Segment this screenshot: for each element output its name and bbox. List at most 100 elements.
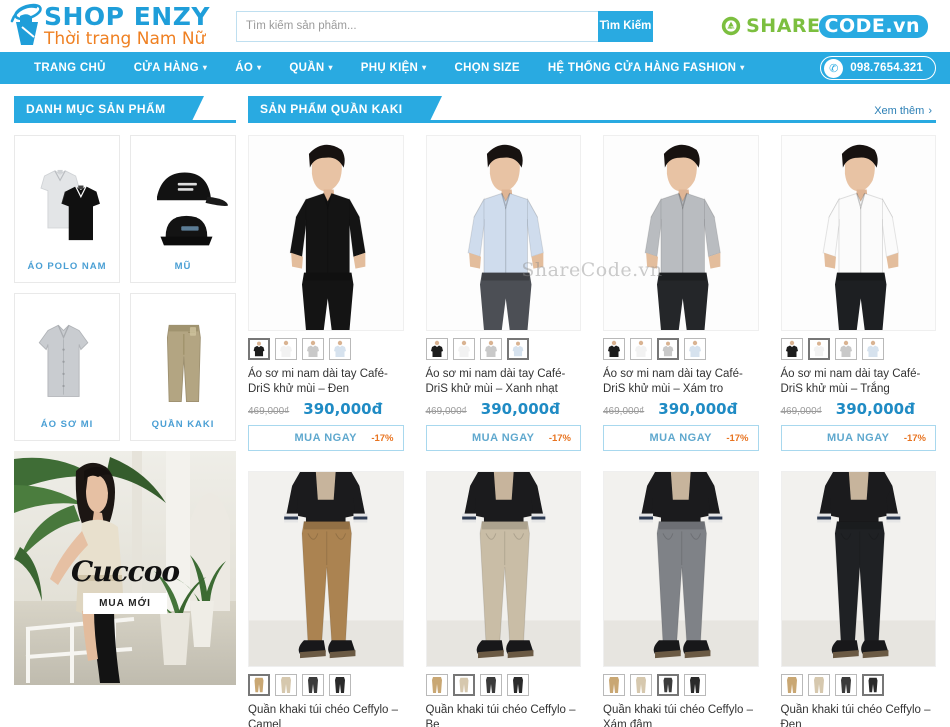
color-swatch[interactable] bbox=[834, 674, 857, 696]
color-swatch[interactable] bbox=[603, 338, 625, 360]
color-swatch[interactable] bbox=[425, 338, 448, 360]
color-swatches bbox=[603, 674, 759, 696]
product-image[interactable] bbox=[425, 135, 581, 331]
discount-badge: -17% bbox=[903, 432, 926, 444]
color-swatch[interactable] bbox=[479, 674, 502, 696]
color-swatch[interactable] bbox=[630, 338, 652, 360]
product-title[interactable]: Quần khaki túi chéo Ceffylo – Xám đậm bbox=[603, 703, 759, 727]
color-swatch[interactable] bbox=[248, 338, 270, 360]
product-image[interactable] bbox=[603, 471, 759, 667]
original-price: 469,000₫ bbox=[603, 406, 645, 417]
sale-price: 390,000đ bbox=[835, 400, 915, 418]
buy-now-label: MUA NGAY bbox=[649, 432, 712, 444]
buy-now-button[interactable]: MUA NGAY -17% bbox=[425, 425, 581, 451]
nav-item-cua-hang[interactable]: CỬA HÀNG ▾ bbox=[120, 52, 222, 84]
product-image[interactable] bbox=[248, 471, 404, 667]
site-logo[interactable]: SHOP ENZY Thời trang Nam Nữ bbox=[0, 0, 228, 52]
color-swatches bbox=[248, 338, 404, 360]
color-swatch[interactable] bbox=[248, 674, 270, 696]
color-swatch[interactable] bbox=[275, 338, 297, 360]
color-swatch[interactable] bbox=[506, 674, 529, 696]
color-swatch[interactable] bbox=[780, 338, 803, 360]
original-price: 469,000₫ bbox=[780, 406, 822, 417]
product-title[interactable]: Áo sơ mi nam dài tay Café-DriS khử mùi –… bbox=[248, 367, 404, 397]
color-swatch[interactable] bbox=[657, 674, 679, 696]
sidebar-category-ao-so-mi[interactable]: ÁO SƠ MI bbox=[14, 293, 120, 441]
color-swatch[interactable] bbox=[506, 338, 529, 360]
sharecode-code-text: CODE.vn bbox=[818, 14, 928, 38]
color-swatch[interactable] bbox=[452, 338, 475, 360]
nav-label: CHỌN SIZE bbox=[454, 62, 520, 74]
nav-item-trang-chu[interactable]: TRANG CHỦ bbox=[20, 52, 120, 84]
nav-item-chon-size[interactable]: CHỌN SIZE bbox=[440, 52, 533, 84]
product-title[interactable]: Áo sơ mi nam dài tay Café-DriS khử mùi –… bbox=[781, 367, 937, 397]
color-swatch[interactable] bbox=[834, 338, 857, 360]
color-swatch[interactable] bbox=[479, 338, 502, 360]
color-swatch[interactable] bbox=[861, 674, 884, 696]
buy-now-button[interactable]: MUA NGAY -17% bbox=[603, 425, 759, 451]
color-swatch[interactable] bbox=[807, 338, 830, 360]
color-swatch[interactable] bbox=[329, 338, 351, 360]
price-row: 469,000₫ 390,000đ bbox=[603, 400, 759, 418]
content-area: DANH MỤC SẢN PHẨM ÁO POLO NAM MŨ ÁO SƠ M… bbox=[0, 84, 950, 727]
sidebar-category-quan-kaki[interactable]: QUẦN KAKI bbox=[130, 293, 236, 441]
sidebar-category-ao-polo-nam[interactable]: ÁO POLO NAM bbox=[14, 135, 120, 283]
phone-icon: ✆ bbox=[824, 58, 844, 78]
hotline[interactable]: ✆ 098.7654.321 bbox=[820, 56, 936, 80]
buy-now-button[interactable]: MUA NGAY -17% bbox=[780, 425, 936, 451]
product-title[interactable]: Quần khaki túi chéo Ceffylo – Be bbox=[426, 703, 582, 727]
nav-label: HỆ THỐNG CỬA HÀNG FASHION bbox=[547, 62, 737, 74]
product-title[interactable]: Áo sơ mi nam dài tay Café-DriS khử mùi –… bbox=[603, 367, 759, 397]
discount-badge: -17% bbox=[726, 432, 749, 444]
sidebar-title: DANH MỤC SẢN PHẨM bbox=[14, 96, 205, 123]
nav-item-ao[interactable]: ÁO ▾ bbox=[221, 52, 275, 84]
color-swatch[interactable] bbox=[684, 338, 706, 360]
color-swatch[interactable] bbox=[425, 674, 448, 696]
main-column: SẢN PHẨM QUẦN KAKI Xem thêm › Áo sơ mi n… bbox=[248, 96, 936, 727]
dress-shirt-image bbox=[15, 300, 119, 419]
buy-now-label: MUA NGAY bbox=[294, 432, 357, 444]
search-button[interactable]: Tìm Kiếm bbox=[598, 10, 653, 42]
product-title[interactable]: Áo sơ mi nam dài tay Café-DriS khử mùi –… bbox=[426, 367, 582, 397]
header: SHOP ENZY Thời trang Nam Nữ Tìm Kiếm SHA… bbox=[0, 0, 950, 52]
color-swatches bbox=[248, 674, 404, 696]
color-swatch[interactable] bbox=[657, 338, 679, 360]
recycle-icon bbox=[721, 16, 741, 36]
color-swatch[interactable] bbox=[780, 674, 803, 696]
color-swatches bbox=[780, 338, 937, 360]
product-image[interactable] bbox=[425, 471, 581, 667]
product-title[interactable]: Quần khaki túi chéo Ceffylo – Đen bbox=[781, 703, 937, 727]
color-swatch[interactable] bbox=[329, 674, 351, 696]
color-swatch[interactable] bbox=[861, 338, 884, 360]
banner-shop-button[interactable]: MUA MỚI bbox=[83, 593, 167, 614]
search-input[interactable] bbox=[236, 10, 598, 42]
product-image[interactable] bbox=[248, 135, 404, 331]
chevron-right-icon: › bbox=[928, 105, 932, 117]
color-swatch[interactable] bbox=[684, 674, 706, 696]
shopping-cart-icon bbox=[6, 3, 48, 49]
color-swatch[interactable] bbox=[603, 674, 625, 696]
color-swatch[interactable] bbox=[807, 674, 830, 696]
product-image[interactable] bbox=[603, 135, 759, 331]
sidebar-category-mu[interactable]: MŨ bbox=[130, 135, 236, 283]
promo-banner[interactable]: Cuccoo MUA MỚI bbox=[14, 451, 236, 685]
see-more-link[interactable]: Xem thêm › bbox=[874, 105, 932, 117]
color-swatch[interactable] bbox=[275, 674, 297, 696]
buy-now-button[interactable]: MUA NGAY -17% bbox=[248, 425, 404, 451]
nav-item-phu-kien[interactable]: PHỤ KIỆN ▾ bbox=[347, 52, 441, 84]
color-swatch[interactable] bbox=[630, 674, 652, 696]
product-image[interactable] bbox=[780, 471, 936, 667]
color-swatch[interactable] bbox=[452, 674, 475, 696]
product-card: Quần khaki túi chéo Ceffylo – Xám đậm 49… bbox=[603, 471, 759, 727]
color-swatch[interactable] bbox=[302, 674, 324, 696]
product-title[interactable]: Quần khaki túi chéo Ceffylo – Camel bbox=[248, 703, 404, 727]
color-swatch[interactable] bbox=[302, 338, 324, 360]
color-swatches bbox=[603, 338, 759, 360]
product-image[interactable] bbox=[780, 135, 936, 331]
sharecode-logo[interactable]: SHARE CODE.vn bbox=[721, 14, 928, 38]
sale-price: 390,000đ bbox=[658, 400, 738, 418]
nav-item-quan[interactable]: QUẦN ▾ bbox=[275, 52, 346, 84]
nav-item-he-thong-cua-hang[interactable]: HỆ THỐNG CỬA HÀNG FASHION ▾ bbox=[534, 52, 759, 84]
price-row: 469,000₫ 390,000đ bbox=[781, 400, 937, 418]
sidebar-category-label: QUẦN KAKI bbox=[151, 419, 215, 430]
